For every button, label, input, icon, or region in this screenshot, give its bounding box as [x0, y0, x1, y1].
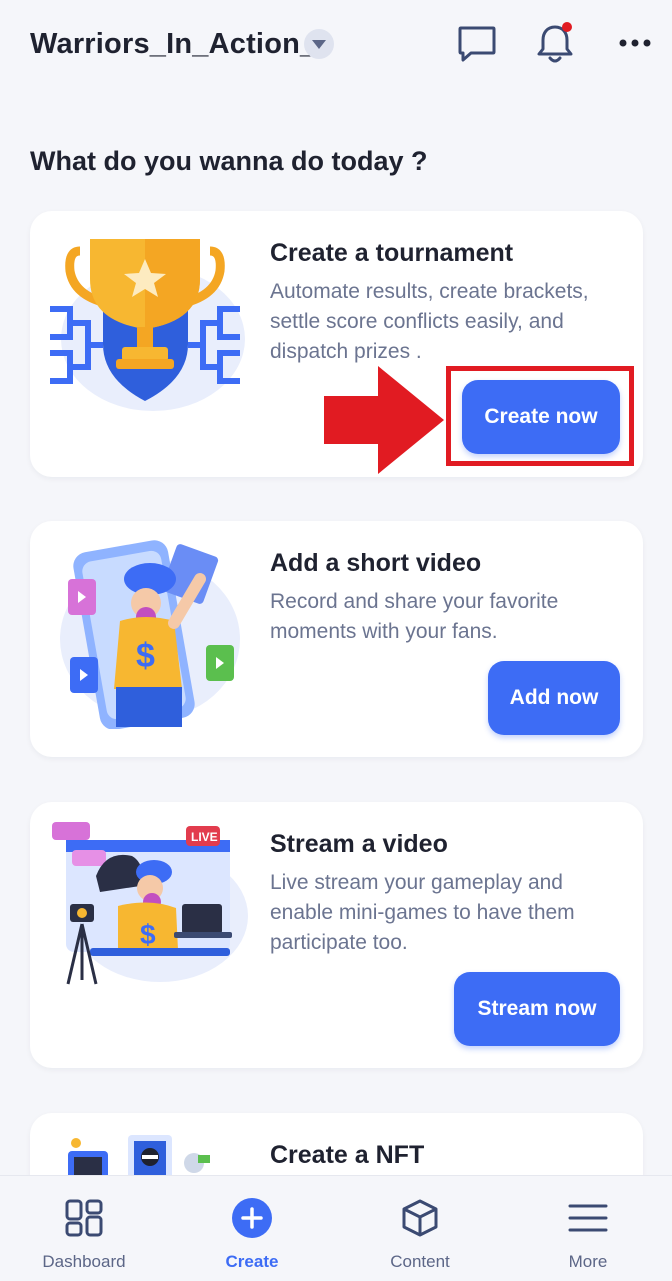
chevron-down-icon[interactable] [304, 29, 334, 59]
card-title: Stream a video [270, 830, 448, 858]
stream-illustration: LIVE $ [52, 822, 248, 985]
trophy-illustration [50, 239, 245, 411]
card-description: Live stream your gameplay and enable min… [270, 871, 575, 954]
page-prompt: What do you wanna do today ? [30, 146, 428, 176]
nav-label: More [568, 1252, 608, 1271]
notification-dot [562, 22, 572, 32]
stream-now-button[interactable]: Stream now [454, 972, 620, 1046]
username-selector[interactable]: Warriors_In_Action_ [30, 28, 316, 61]
add-now-button[interactable]: Add now [488, 661, 620, 735]
bell-icon[interactable] [532, 20, 578, 66]
annotation-highlight-box [446, 366, 634, 466]
box-icon [402, 1199, 438, 1237]
menu-icon [568, 1204, 608, 1232]
live-badge: LIVE [191, 830, 218, 844]
selfie-illustration: $ [60, 540, 240, 729]
card-description: Record and share your favorite moments w… [270, 590, 559, 643]
chat-icon[interactable] [454, 20, 500, 66]
card-title: Create a NFT [270, 1141, 425, 1169]
card-short-video: $ Add a short video Record and share you… [30, 521, 643, 757]
annotation-arrow-icon [324, 366, 444, 474]
nav-item-more[interactable]: More [518, 1176, 658, 1281]
nav-item-content[interactable]: Content [350, 1176, 490, 1281]
more-icon[interactable] [612, 20, 658, 66]
nav-item-create[interactable]: Create [182, 1176, 322, 1281]
svg-text:$: $ [136, 637, 155, 675]
card-stream-video: LIVE $ Stream a video Live stream your g… [30, 802, 643, 1068]
nav-label: Dashboard [42, 1252, 126, 1271]
nav-label: Content [390, 1252, 450, 1271]
card-description: Automate results, create brackets, settl… [270, 280, 589, 363]
nav-label: Create [225, 1252, 279, 1271]
svg-text:$: $ [140, 919, 156, 950]
card-title: Add a short video [270, 549, 482, 577]
bottom-nav: Dashboard Create Content More [0, 1175, 672, 1281]
dashboard-icon [65, 1199, 103, 1237]
nav-item-dashboard[interactable]: Dashboard [14, 1176, 154, 1281]
top-header: Warriors_In_Action_ [0, 0, 672, 92]
card-title: Create a tournament [270, 239, 514, 267]
plus-circle-icon [232, 1198, 272, 1238]
